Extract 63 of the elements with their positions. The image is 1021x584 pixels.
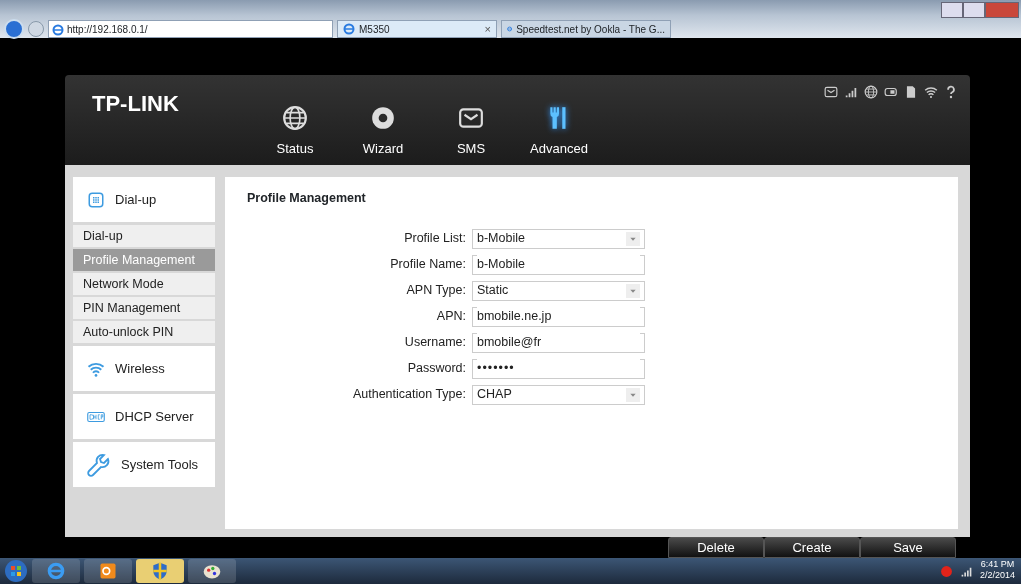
wrench-icon <box>87 452 111 477</box>
mail-app-icon[interactable] <box>98 561 118 581</box>
minimize-button[interactable] <box>941 2 963 18</box>
action-button[interactable]: Create <box>764 537 860 558</box>
globe-icon <box>864 85 878 99</box>
battery-icon <box>884 85 898 99</box>
address-field[interactable]: http://192.168.0.1/ <box>48 20 333 38</box>
sidebar-section[interactable]: System Tools <box>73 442 215 487</box>
section-title: Profile Management <box>247 190 367 207</box>
field-label: Profile Name: <box>389 256 467 274</box>
password-field[interactable]: ••••••• <box>472 358 645 379</box>
start-button[interactable] <box>4 559 28 583</box>
action-button[interactable]: Save <box>860 537 956 558</box>
sidebar-item[interactable]: PIN Management <box>73 297 215 319</box>
sidebar-item[interactable]: Auto-unlock PIN <box>73 321 215 343</box>
field-label: Profile List: <box>403 230 467 248</box>
browser-icon <box>507 23 513 35</box>
browser-tab[interactable]: M5350 × <box>337 20 497 38</box>
mail-icon <box>824 85 838 99</box>
maximize-button[interactable] <box>963 2 985 18</box>
sidebar-section[interactable]: DHCP Server <box>73 394 215 439</box>
keypad-icon <box>87 190 105 209</box>
clock-time: 6:41 PM <box>979 559 1015 570</box>
sidebar-item[interactable]: Dial-up <box>73 225 215 247</box>
antivirus-icon[interactable] <box>939 564 953 578</box>
signal-icon <box>844 85 858 99</box>
sidebar-item[interactable]: Network Mode <box>73 273 215 295</box>
clock-date: 2/2/2014 <box>979 570 1015 581</box>
shield-icon[interactable] <box>150 561 170 581</box>
input-field[interactable]: bmobile.ne.jp <box>472 306 645 327</box>
sidebar-section[interactable]: Dial-up <box>73 177 215 222</box>
input-field[interactable]: bmobile@fr <box>472 332 645 353</box>
close-tab-button[interactable]: × <box>484 20 491 38</box>
nav-tab[interactable]: SMS <box>441 105 501 159</box>
input-field[interactable]: b-Mobile <box>472 254 645 275</box>
nav-tab[interactable]: Advanced <box>529 105 589 159</box>
field-label: Password: <box>406 360 467 378</box>
browser-icon[interactable] <box>46 561 66 581</box>
field-label: APN: <box>435 308 467 326</box>
nav-tab[interactable]: Wizard <box>353 105 413 159</box>
help-icon <box>944 85 958 99</box>
nav-tab[interactable]: Status <box>265 105 325 159</box>
browser-icon <box>343 23 355 35</box>
forward-button[interactable] <box>28 21 44 37</box>
back-button[interactable] <box>4 19 24 39</box>
globe-icon <box>282 105 308 131</box>
sim-card-icon <box>904 85 918 99</box>
gear-icon <box>370 105 396 131</box>
mail-icon <box>458 105 484 131</box>
field-label: Authentication Type: <box>351 386 467 404</box>
action-button[interactable]: Delete <box>668 537 764 558</box>
field-label: Username: <box>403 334 467 352</box>
logo: TP-LINK <box>92 90 179 118</box>
dropdown[interactable]: b-Mobile <box>472 228 645 249</box>
browser-tab[interactable]: Speedtest.net by Ookla - The G... <box>501 20 671 38</box>
tab-title: M5350 <box>359 22 390 37</box>
field-label: APN Type: <box>405 282 467 300</box>
tab-title: Speedtest.net by Ookla - The G... <box>516 22 665 37</box>
wifi-icon <box>924 85 938 99</box>
browser-icon <box>52 24 64 36</box>
dropdown[interactable]: Static <box>472 280 645 301</box>
sidebar-section[interactable]: Wireless <box>73 346 215 391</box>
dropdown[interactable]: CHAP <box>472 384 645 405</box>
